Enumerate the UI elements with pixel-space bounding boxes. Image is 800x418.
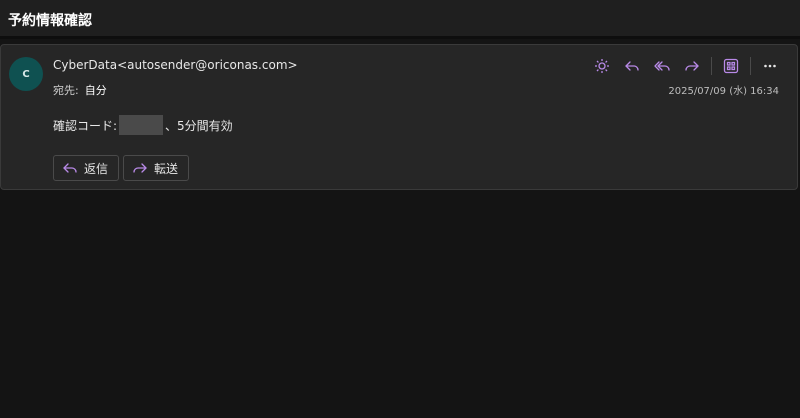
forward-button[interactable]: 転送 (123, 155, 190, 181)
message-card: C CyberData<autosender@oriconas.com> 宛先:… (0, 44, 798, 190)
message-body: 確認コード: 、5分間有効 (53, 115, 233, 135)
sender-name[interactable]: CyberData<autosender@oriconas.com> (53, 58, 298, 72)
recipient-line: 宛先: 自分 (53, 82, 107, 98)
reply-all-icon[interactable] (651, 55, 673, 77)
toolbar-divider (750, 57, 751, 75)
forward-label: 転送 (154, 161, 179, 176)
body-suffix: 、5分間有効 (165, 118, 233, 133)
reply-icon (63, 163, 77, 173)
toolbar-divider (711, 57, 712, 75)
body-prefix: 確認コード: (53, 118, 118, 133)
reply-button[interactable]: 返信 (53, 155, 120, 181)
to-label: 宛先: (53, 84, 79, 97)
email-subject: 予約情報確認 (8, 13, 92, 29)
sun-icon[interactable] (591, 55, 613, 77)
message-date: 2025/07/09 (水) 16:34 (668, 86, 779, 97)
to-value[interactable]: 自分 (85, 84, 107, 97)
reply-label: 返信 (84, 161, 109, 176)
redacted-code (119, 115, 164, 135)
message-toolbar (591, 55, 781, 77)
forward-icon (133, 163, 147, 173)
apps-icon[interactable] (720, 55, 742, 77)
message-actions: 返信 転送 (53, 155, 190, 181)
subject-bar: 予約情報確認 (0, 0, 800, 39)
more-icon[interactable] (759, 55, 781, 77)
reply-icon[interactable] (621, 55, 643, 77)
sender-avatar[interactable]: C (9, 57, 43, 91)
forward-icon[interactable] (681, 55, 703, 77)
